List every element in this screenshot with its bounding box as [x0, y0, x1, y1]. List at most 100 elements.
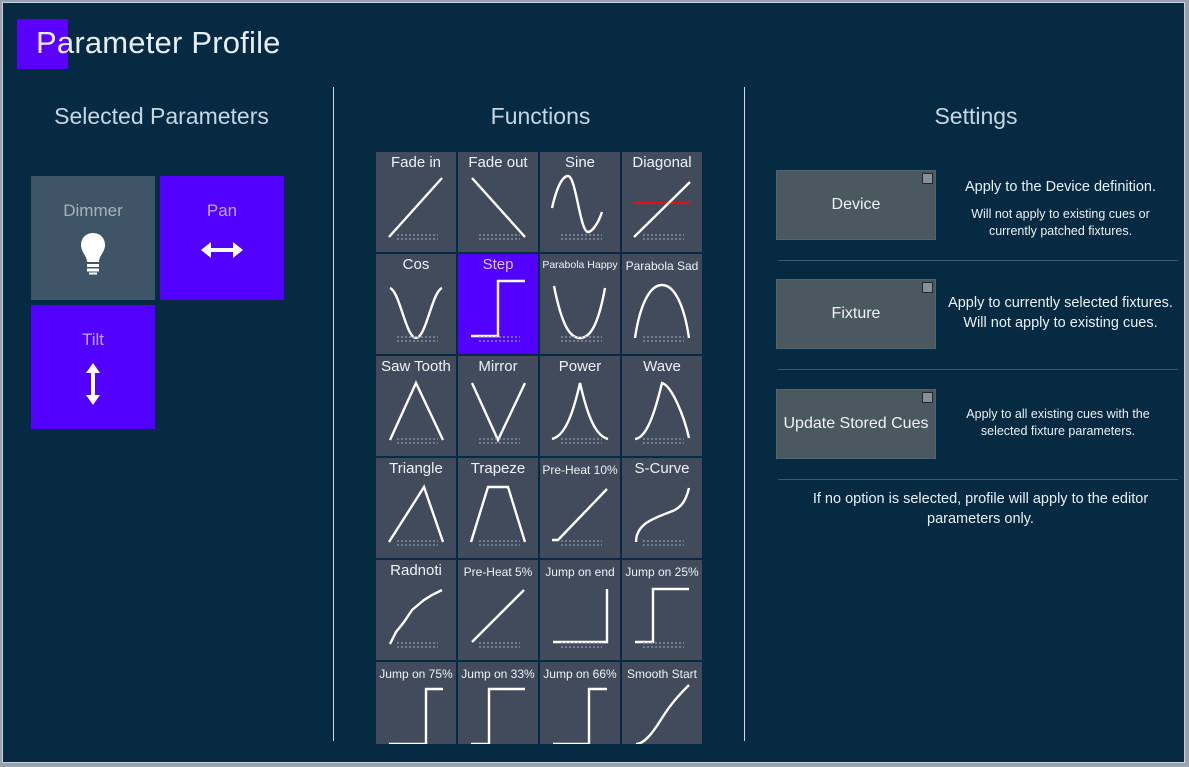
curve-line [471, 687, 525, 744]
curve-line [634, 487, 691, 543]
curve-line [633, 181, 691, 238]
function-tile-diagonal[interactable]: Diagonal [622, 152, 702, 252]
function-tile-preheat-5[interactable]: Pre-Heat 5% [458, 560, 538, 660]
curve-ticks [478, 233, 520, 241]
functions-heading: Functions [490, 103, 591, 129]
function-tile-mirror[interactable]: Mirror [458, 356, 538, 456]
curve-line [635, 684, 690, 744]
function-tile-preheat-10[interactable]: Pre-Heat 10% [540, 458, 620, 558]
curve-line [551, 382, 609, 441]
fixture-checkbox[interactable] [922, 282, 933, 293]
curve-line [387, 484, 445, 543]
settings-divider [778, 260, 1178, 261]
jump-75-curve-icon [389, 687, 443, 744]
function-tile-sine[interactable]: Sine [540, 152, 620, 252]
function-tile-trapeze[interactable]: Trapeze [458, 458, 538, 558]
column-divider [744, 87, 745, 741]
device-description: Apply to the Device definition. [964, 179, 1157, 195]
curve-line [471, 177, 526, 238]
column-divider [333, 87, 334, 741]
function-tile-saw-tooth[interactable]: Saw Tooth [376, 356, 456, 456]
curve-line [388, 588, 443, 645]
function-tile-jump-66[interactable]: Jump on 66% [540, 662, 620, 744]
function-tile-triangle[interactable]: Triangle [376, 458, 456, 558]
parameter-label: Dimmer [63, 201, 123, 220]
update-stored-cues-button[interactable]: Update Stored Cues [776, 389, 936, 459]
function-tile-fade-in[interactable]: Fade in [376, 152, 456, 252]
update-stored-cues-description: Apply to all existing cues with the sele… [966, 407, 1150, 438]
parameter-tile-pan[interactable]: Pan [160, 176, 284, 300]
fixture-option-label: Fixture [831, 305, 881, 322]
curve-line [471, 589, 525, 643]
update-stored-cues-label: Update Stored Cues [783, 415, 929, 432]
curve-ticks [396, 437, 438, 445]
function-tile-power[interactable]: Power [540, 356, 620, 456]
parameter-profile-window: Parameter Profile Selected Parameters Fu… [2, 2, 1185, 763]
vertical-arrows-icon [86, 363, 100, 405]
curve-line [389, 687, 443, 744]
fixture-option-button[interactable]: Fixture [776, 279, 936, 349]
curve-ticks [560, 539, 602, 547]
curve-ticks [478, 539, 520, 547]
device-option-label: Device [831, 196, 881, 213]
curve-line [635, 587, 689, 644]
curve-ticks [560, 641, 602, 649]
settings-divider [778, 479, 1178, 480]
device-option-button[interactable]: Device [776, 170, 936, 240]
function-tile-step[interactable]: Step [458, 254, 538, 354]
function-tile-wave[interactable]: Wave [622, 356, 702, 456]
curve-line [471, 279, 525, 338]
function-tile-jump-75[interactable]: Jump on 75% [376, 662, 456, 744]
curve-ticks [396, 335, 438, 343]
curve-line [633, 283, 691, 339]
parameter-label: Tilt [81, 330, 105, 349]
function-tile-fade-out[interactable]: Fade out [458, 152, 538, 252]
curve-line [550, 174, 604, 234]
curve-line [469, 485, 527, 543]
settings-divider [778, 369, 1178, 370]
curve-ticks [478, 335, 520, 343]
function-tile-radnoti[interactable]: Radnoti [376, 560, 456, 660]
function-tile-parabola-happy[interactable]: Parabola Happy [540, 254, 620, 354]
curve-ticks [478, 437, 520, 445]
jump-33-curve-icon [471, 687, 525, 744]
lightbulb-icon [81, 233, 105, 275]
function-tile-s-curve[interactable]: S-Curve [622, 458, 702, 558]
device-checkbox[interactable] [922, 173, 933, 184]
device-description-note: Will not apply to existing cues or curre… [971, 207, 1150, 238]
parameter-tile-dimmer[interactable]: Dimmer [31, 176, 155, 300]
functions-grid: Fade in Fade out Sine Diagonal Cos Step Parabo… [376, 152, 706, 744]
function-tile-cos[interactable]: Cos [376, 254, 456, 354]
curve-line [388, 177, 443, 238]
curve-line [552, 285, 607, 340]
curve-ticks [642, 233, 684, 241]
curve-ticks [478, 641, 520, 649]
curve-line [553, 687, 607, 744]
curve-ticks [396, 539, 438, 547]
curve-ticks [642, 437, 684, 445]
function-tile-jump-end[interactable]: Jump on end [540, 560, 620, 660]
function-tile-parabola-sad[interactable]: Parabola Sad [622, 254, 702, 354]
curve-ticks [560, 233, 602, 241]
parameter-tile-tilt[interactable]: Tilt [31, 305, 155, 429]
update-stored-cues-checkbox[interactable] [922, 392, 933, 403]
curve-ticks [560, 437, 602, 445]
curve-line [388, 380, 445, 441]
curve-ticks [642, 539, 684, 547]
jump-66-curve-icon [553, 687, 607, 744]
function-tile-smooth-start[interactable]: Smooth Start [622, 662, 702, 744]
curve-ticks [396, 641, 438, 649]
window-title: Parameter Profile [36, 25, 281, 60]
curve-ticks [642, 641, 684, 649]
curve-ticks [396, 233, 438, 241]
smooth-start-curve-icon [635, 684, 690, 744]
curve-line [470, 382, 527, 443]
function-tile-jump-33[interactable]: Jump on 33% [458, 662, 538, 744]
parameter-label: Pan [206, 201, 238, 220]
curve-line [552, 488, 608, 542]
selected-parameters-heading: Selected Parameters [54, 103, 269, 129]
curve-line [634, 381, 691, 441]
function-tile-jump-25[interactable]: Jump on 25% [622, 560, 702, 660]
curve-ticks [642, 335, 684, 343]
curve-ticks [560, 335, 602, 343]
